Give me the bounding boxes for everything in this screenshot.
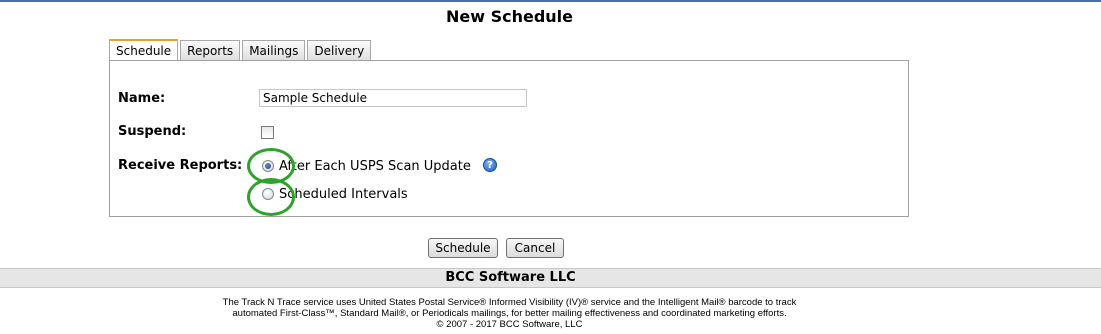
tab-reports[interactable]: Reports [180, 40, 241, 62]
name-field[interactable] [259, 89, 527, 107]
cancel-button[interactable]: Cancel [506, 238, 564, 258]
radio-label-scheduled-intervals: Scheduled Intervals [279, 187, 408, 202]
radio-after-each-scan[interactable] [262, 160, 274, 172]
tab-bar: Schedule Reports Mailings Delivery [109, 39, 372, 63]
suspend-label: Suspend: [118, 124, 187, 139]
footer-bar: BCC Software LLC [0, 268, 1101, 288]
name-label: Name: [118, 91, 166, 106]
radio-label-after-each-scan: After Each USPS Scan Update [279, 159, 471, 174]
top-rule [0, 0, 1101, 2]
suspend-checkbox[interactable] [261, 126, 274, 139]
radio-scheduled-intervals[interactable] [262, 188, 274, 200]
receive-reports-label: Receive Reports: [118, 158, 243, 173]
footer-line-2: automated First-Class™, Standard Mail®, … [232, 308, 787, 319]
tab-delivery[interactable]: Delivery [307, 40, 372, 62]
footer-copyright: © 2007 - 2017 BCC Software, LLC [436, 319, 583, 330]
page-title: New Schedule [445, 7, 574, 26]
question-mark-icon[interactable]: ? [483, 158, 497, 172]
schedule-panel [109, 60, 909, 217]
footer-disclaimer: The Track N Trace service uses United St… [0, 297, 1019, 330]
schedule-button[interactable]: Schedule [428, 238, 498, 258]
footer-company: BCC Software LLC [445, 270, 576, 285]
tab-mailings[interactable]: Mailings [242, 40, 306, 62]
footer-line-1: The Track N Trace service uses United St… [222, 297, 797, 308]
